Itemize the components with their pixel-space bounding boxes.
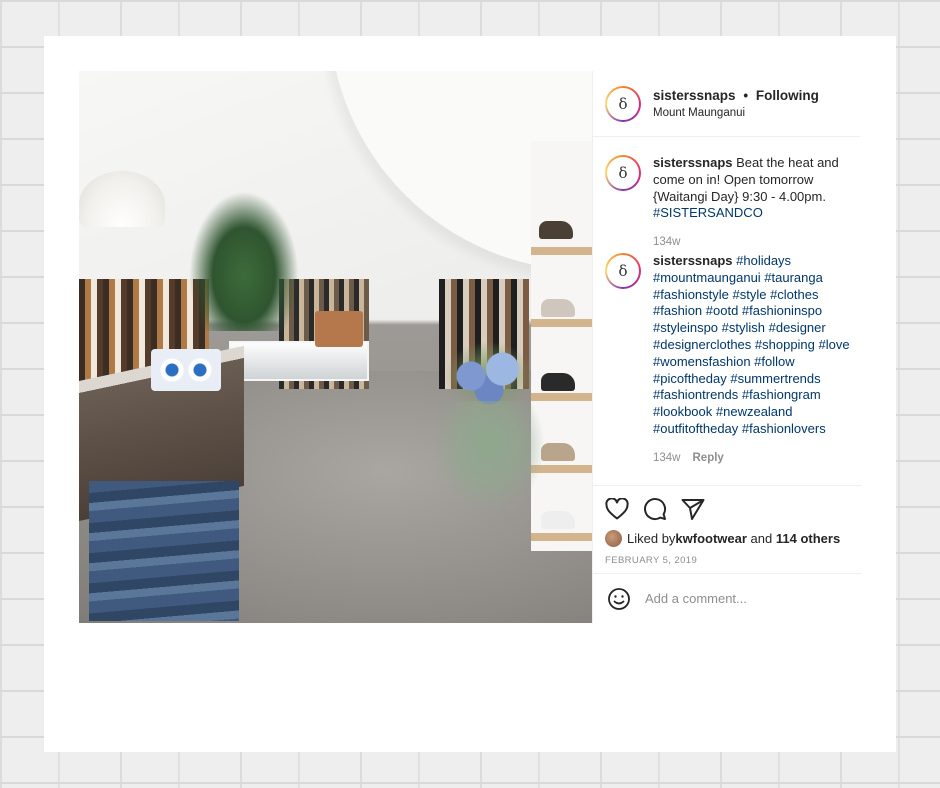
comment-meta: 134w <box>653 234 861 251</box>
photo-shoe <box>541 373 575 391</box>
following-button[interactable]: Following <box>756 88 819 103</box>
action-icons <box>605 496 849 522</box>
comment-time: 134w <box>653 451 681 464</box>
hashtag-links[interactable]: #holidays #mountmaunganui #tauranga #fas… <box>653 253 853 436</box>
post-sidebar: δ sisterssnaps • Following Mount Maungan… <box>592 71 861 623</box>
reply-button[interactable]: Reply <box>693 452 724 464</box>
avatar-logo-icon: δ <box>607 157 639 189</box>
post-actions: Liked by kwfootwear and 114 others FEBRU… <box>593 485 861 566</box>
likes-others-link[interactable]: 114 others <box>776 531 840 546</box>
photo-shelf <box>531 393 592 401</box>
comment-icon[interactable] <box>643 497 667 521</box>
comment-text: sisterssnaps Beat the heat and come on i… <box>653 155 861 222</box>
comment-text: sisterssnaps #holidays #mountmaunganui #… <box>653 253 861 438</box>
avatar-logo-icon: δ <box>607 255 639 287</box>
post-header: δ sisterssnaps • Following Mount Maungan… <box>593 71 860 137</box>
photo-jeans <box>89 481 239 621</box>
caption-comment: δ sisterssnaps Beat the heat and come on… <box>593 155 861 251</box>
header-username[interactable]: sisterssnaps <box>653 88 736 103</box>
liker-username[interactable]: kwfootwear <box>675 531 747 546</box>
photo-display-case <box>229 341 369 381</box>
share-icon[interactable] <box>681 498 705 520</box>
comment-avatar[interactable]: δ <box>605 253 641 289</box>
post-photo[interactable] <box>79 71 592 623</box>
emoji-icon[interactable] <box>607 587 631 611</box>
comment-time: 134w <box>653 236 681 249</box>
comment-username[interactable]: sisterssnaps <box>653 155 733 170</box>
photo-shoe <box>541 299 575 317</box>
photo-shelf <box>531 319 592 327</box>
header-text: sisterssnaps • Following Mount Maunganui <box>653 88 819 119</box>
photo-shelf <box>531 533 592 541</box>
heart-icon[interactable] <box>605 498 629 520</box>
hashtag-link[interactable]: #SISTERSANDCO <box>653 205 763 220</box>
comment-body: sisterssnaps #holidays #mountmaunganui #… <box>653 253 861 467</box>
post-date[interactable]: FEBRUARY 5, 2019 <box>605 555 849 566</box>
instagram-post: δ sisterssnaps • Following Mount Maungan… <box>79 71 861 623</box>
photo-shoe <box>539 221 573 239</box>
comment-meta: 134w Reply <box>653 450 861 467</box>
add-comment-input[interactable] <box>645 591 845 606</box>
avatar-logo-icon: δ <box>607 87 639 120</box>
likes-mid: and <box>746 531 776 546</box>
header-row: sisterssnaps • Following <box>653 88 819 103</box>
likes-prefix: Liked by <box>627 531 676 546</box>
profile-avatar[interactable]: δ <box>605 85 641 122</box>
comment-body: sisterssnaps Beat the heat and come on i… <box>653 155 861 251</box>
add-comment-bar <box>593 573 861 623</box>
photo-handbag <box>151 349 221 391</box>
photo-eucalyptus <box>434 401 544 511</box>
photo-plant <box>189 191 299 331</box>
header-separator: • <box>743 88 749 103</box>
comment-username[interactable]: sisterssnaps <box>653 253 733 268</box>
likes-summary: Liked by kwfootwear and 114 others <box>605 530 849 547</box>
photo-tote-bag <box>315 311 363 347</box>
liker-avatar[interactable] <box>605 530 622 547</box>
hashtag-comment: δ sisterssnaps #holidays #mountmaunganui… <box>593 253 861 467</box>
comment-avatar[interactable]: δ <box>605 155 641 191</box>
location-link[interactable]: Mount Maunganui <box>653 107 819 119</box>
comments-list[interactable]: δ sisterssnaps Beat the heat and come on… <box>593 137 861 485</box>
photo-shoe <box>541 511 575 529</box>
photo-shoe <box>541 443 575 461</box>
photo-shelf <box>531 247 592 255</box>
